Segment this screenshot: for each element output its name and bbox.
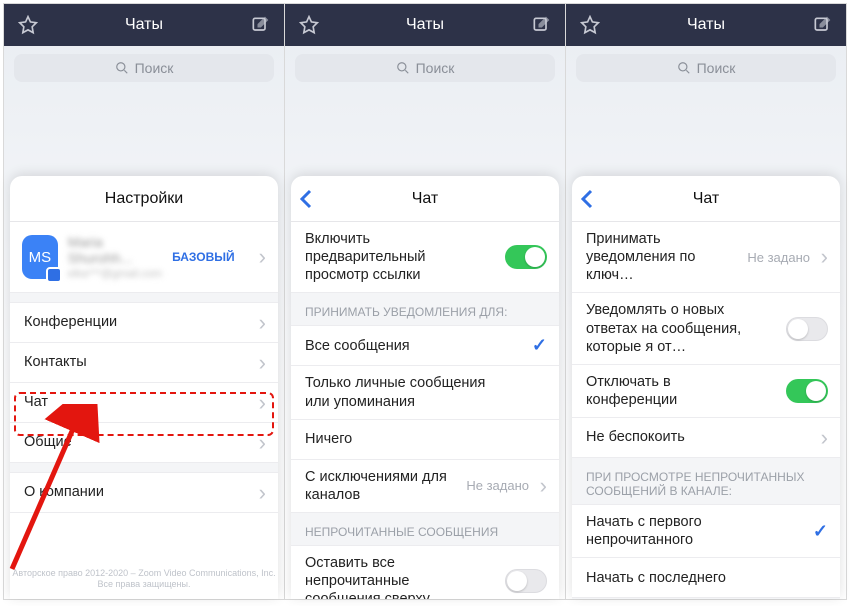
topbar-title: Чаты [687, 16, 725, 34]
search-bar[interactable]: Поиск [566, 46, 846, 90]
opt-all-messages[interactable]: Все сообщения ✓ [291, 326, 559, 366]
camera-icon [46, 267, 62, 283]
row-dnd[interactable]: Не беспокоить [572, 418, 840, 458]
screen-chat-settings-2: Чаты Поиск Чат Принимать уведомления по … [566, 4, 846, 599]
panel-title: Настройки [105, 190, 183, 208]
check-icon: ✓ [532, 335, 547, 356]
search-placeholder: Поиск [135, 60, 174, 76]
row-reply-notifications[interactable]: Уведомлять о новых ответах на сообщения,… [572, 293, 840, 364]
toggle-link-preview[interactable] [505, 245, 547, 269]
toggle-keep-unread-top[interactable] [505, 569, 547, 593]
toggle-reply-notifications[interactable] [786, 317, 828, 341]
avatar: MS [22, 235, 58, 279]
compose-icon[interactable] [810, 13, 834, 37]
star-icon[interactable] [16, 13, 40, 37]
profile-name: Maria Shurohh... [68, 234, 162, 266]
compose-icon[interactable] [529, 13, 553, 37]
search-icon [677, 61, 691, 75]
profile-email: elka***@gmail.com [68, 268, 162, 280]
row-keyword-notifications[interactable]: Принимать уведомления по ключ… Не задано [572, 222, 840, 293]
nav-chat[interactable]: Чат [10, 383, 278, 423]
row-keep-unread-top[interactable]: Оставить все непрочитанные сообщения све… [291, 546, 559, 599]
screen-settings: Чаты Поиск Настройки MS Maria Shurohh [4, 4, 285, 599]
topbar-title: Чаты [125, 16, 163, 34]
search-bar[interactable]: Поиск [4, 46, 284, 90]
back-button[interactable] [580, 176, 610, 221]
nav-conferences[interactable]: Конференции [10, 303, 278, 343]
search-bar[interactable]: Поиск [285, 46, 565, 90]
panel-title: Чат [412, 190, 439, 208]
settings-panel: Настройки MS Maria Shurohh... elka***@gm… [10, 176, 278, 599]
section-unread-channel: ПРИ ПРОСМОТРЕ НЕПРОЧИТАННЫХ СООБЩЕНИЙ В … [572, 458, 840, 505]
check-icon: ✓ [813, 521, 828, 542]
opt-private-mentions[interactable]: Только личные сообщения или упоминания [291, 366, 559, 419]
back-button[interactable] [299, 176, 329, 221]
star-icon[interactable] [578, 13, 602, 37]
topbar-title: Чаты [406, 16, 444, 34]
topbar: Чаты [566, 4, 846, 46]
section-receive-for: ПРИНИМАТЬ УВЕДОМЛЕНИЯ ДЛЯ: [291, 293, 559, 326]
copyright: Авторское право 2012-2020 – Zoom Video C… [10, 568, 278, 591]
section-when-notify: КОГДА МЕНЯ УВЕДОМЛЯТЬ: [572, 598, 840, 599]
chat-settings-panel: Чат Включить предварительный просмотр сс… [291, 176, 559, 599]
search-icon [396, 61, 410, 75]
screen-chat-settings-1: Чаты Поиск Чат Включить предварительный … [285, 4, 566, 599]
opt-start-first-unread[interactable]: Начать с первого непрочитанного ✓ [572, 505, 840, 558]
row-mute-in-meeting[interactable]: Отключать в конференции [572, 365, 840, 418]
plan-badge: БАЗОВЫЙ [172, 250, 235, 264]
opt-nothing[interactable]: Ничего [291, 420, 559, 460]
opt-channel-exceptions[interactable]: С исключениями для каналов Не задано [291, 460, 559, 513]
topbar: Чаты [4, 4, 284, 46]
profile-row[interactable]: MS Maria Shurohh... elka***@gmail.com БА… [10, 222, 278, 293]
panel-header: Настройки [10, 176, 278, 222]
topbar: Чаты [285, 4, 565, 46]
star-icon[interactable] [297, 13, 321, 37]
nav-contacts[interactable]: Контакты [10, 343, 278, 383]
section-unread: НЕПРОЧИТАННЫЕ СООБЩЕНИЯ [291, 513, 559, 546]
toggle-mute-in-meeting[interactable] [786, 379, 828, 403]
search-icon [115, 61, 129, 75]
chat-settings-panel: Чат Принимать уведомления по ключ… Не за… [572, 176, 840, 599]
nav-general[interactable]: Общие [10, 423, 278, 463]
opt-start-last[interactable]: Начать с последнего [572, 558, 840, 598]
panel-title: Чат [693, 190, 720, 208]
compose-icon[interactable] [248, 13, 272, 37]
nav-about[interactable]: О компании [10, 473, 278, 513]
row-link-preview[interactable]: Включить предварительный просмотр ссылки [291, 222, 559, 293]
